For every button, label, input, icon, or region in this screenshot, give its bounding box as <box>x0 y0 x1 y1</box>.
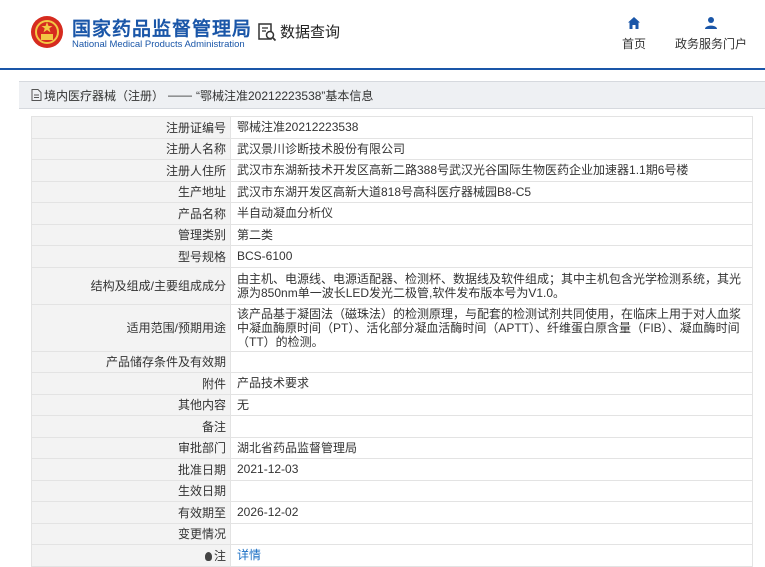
brand-subtitle: National Medical Products Administration <box>72 39 245 50</box>
field-value <box>230 479 753 502</box>
table-row: 生效日期 <box>31 479 753 502</box>
field-value: 鄂械注准20212223538 <box>230 116 753 139</box>
table-row: 变更情况 <box>31 522 753 545</box>
field-label: 附件 <box>31 372 231 395</box>
field-value: 湖北省药品监督管理局 <box>230 436 753 459</box>
field-value: 武汉市东湖新技术开发区高新二路388号武汉光谷国际生物医药企业加速器1.1期6号… <box>230 159 753 182</box>
table-row: 型号规格 BCS-6100 <box>31 245 753 268</box>
table-row: 结构及组成/主要组成成分 由主机、电源线、电源适配器、检测杯、数据线及软件组成；其… <box>31 266 753 305</box>
field-label: 批准日期 <box>31 458 231 481</box>
table-row: 有效期至 2026-12-02 <box>31 501 753 524</box>
field-label: 注册人住所 <box>31 159 231 182</box>
table-row: 管理类别 第二类 <box>31 223 753 246</box>
home-icon <box>628 17 640 29</box>
nav-portal-label: 政务服务门户 <box>674 37 747 51</box>
breadcrumb-title: “鄂械注准20212223538”基本信息 <box>196 88 374 103</box>
table-row: 产品储存条件及有效期 <box>31 350 753 373</box>
nav-home-label: 首页 <box>621 37 646 51</box>
field-value: 第二类 <box>230 223 753 246</box>
field-value: 2021-12-03 <box>230 458 753 481</box>
field-label: 产品名称 <box>31 202 231 225</box>
field-label: 注 <box>213 548 226 563</box>
field-value: 2026-12-02 <box>230 501 753 524</box>
site-header: 国家药品监督管理局 National Medical Products Admi… <box>0 0 765 68</box>
field-value: 该产品基于凝固法（磁珠法）的检测原理，与配套的检测试剂共同使用，在临床上用于对人… <box>230 303 753 352</box>
field-value: 半自动凝血分析仪 <box>230 202 753 225</box>
table-row: 批准日期 2021-12-03 <box>31 458 753 481</box>
brand-title: 国家药品监督管理局 <box>72 19 253 40</box>
field-label: 型号规格 <box>31 245 231 268</box>
field-value: 武汉市东湖开发区高新大道818号高科医疗器械园B8-C5 <box>230 180 753 203</box>
user-icon <box>705 17 717 29</box>
table-row: 生产地址 武汉市东湖开发区高新大道818号高科医疗器械园B8-C5 <box>31 180 753 203</box>
header-divider <box>0 68 765 70</box>
field-label: 有效期至 <box>31 501 231 524</box>
field-label: 注册人名称 <box>31 137 231 160</box>
field-label: 适用范围/预期用途 <box>31 303 231 352</box>
nav-home[interactable]: 首页 <box>620 16 648 52</box>
breadcrumb-separator: —— <box>168 88 193 102</box>
data-query-link[interactable]: 数据查询 <box>257 21 340 42</box>
field-label: 其他内容 <box>31 393 231 416</box>
breadcrumb: 境内医疗器械（注册） —— “鄂械注准20212223538”基本信息 <box>19 81 765 109</box>
data-query-label: 数据查询 <box>280 24 341 41</box>
field-label: 审批部门 <box>31 436 231 459</box>
field-value: 产品技术要求 <box>230 372 753 395</box>
field-label: 生效日期 <box>31 479 231 502</box>
table-row: 适用范围/预期用途 该产品基于凝固法（磁珠法）的检测原理，与配套的检测试剂共同使用… <box>31 303 753 352</box>
table-row: 审批部门 湖北省药品监督管理局 <box>31 436 753 459</box>
field-value: 无 <box>230 393 753 416</box>
lightbulb-icon <box>204 551 212 561</box>
table-row: 注 详情 <box>31 544 753 567</box>
data-query-icon <box>258 22 277 41</box>
field-label: 注册证编号 <box>31 116 231 139</box>
table-row: 注册人住所 武汉市东湖新技术开发区高新二路388号武汉光谷国际生物医药企业加速器1… <box>31 159 753 182</box>
field-label: 备注 <box>31 415 231 438</box>
field-value: BCS-6100 <box>230 245 753 268</box>
table-row: 其他内容无 <box>31 393 753 416</box>
field-label: 结构及组成/主要组成成分 <box>31 266 231 305</box>
nav-service-portal[interactable]: 政务服务门户 <box>668 16 754 52</box>
document-icon <box>31 89 42 101</box>
field-label: 生产地址 <box>31 180 231 203</box>
field-value <box>230 415 753 438</box>
field-value: 武汉景川诊断技术股份有限公司 <box>230 137 753 160</box>
note-value-cell: 详情 <box>230 544 753 567</box>
field-label: 变更情况 <box>31 522 231 545</box>
table-row: 注册人名称 武汉景川诊断技术股份有限公司 <box>31 137 753 160</box>
device-detail-table: 注册证编号 鄂械注准20212223538 注册人名称 武汉景川诊断技术股份有限公司… <box>31 116 753 567</box>
note-label-cell: 注 <box>31 544 231 567</box>
table-row: 产品名称 半自动凝血分析仪 <box>31 202 753 225</box>
field-value: 由主机、电源线、电源适配器、检测杯、数据线及软件组成；其中主机包含光学检测系统，… <box>230 266 753 305</box>
table-row: 附件 产品技术要求 <box>31 372 753 395</box>
field-label: 产品储存条件及有效期 <box>31 350 231 373</box>
table-row: 注册证编号 鄂械注准20212223538 <box>31 116 753 139</box>
national-emblem-icon <box>31 16 63 48</box>
field-label: 管理类别 <box>31 223 231 246</box>
field-value <box>230 350 753 373</box>
breadcrumb-category[interactable]: 境内医疗器械（注册） <box>44 87 164 104</box>
details-link[interactable]: 详情 <box>237 548 261 562</box>
table-row: 备注 <box>31 415 753 438</box>
field-value <box>230 522 753 545</box>
